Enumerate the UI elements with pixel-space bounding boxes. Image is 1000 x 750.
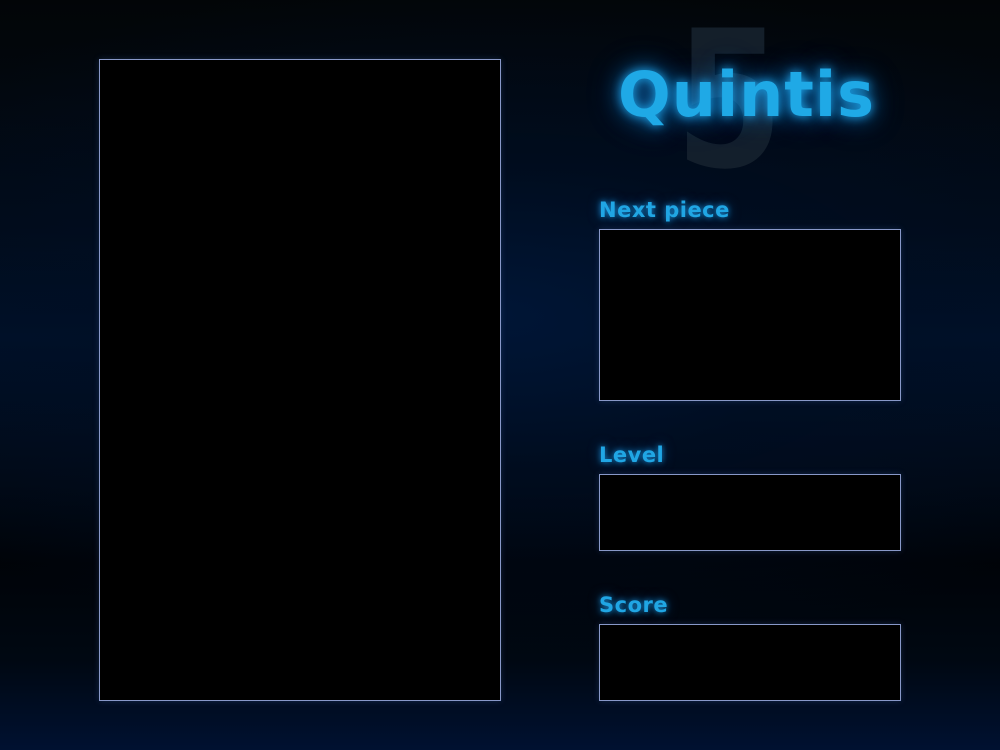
game-board[interactable] [99, 59, 501, 701]
next-piece-preview [599, 229, 901, 401]
next-piece-label: Next piece [599, 198, 730, 222]
level-display [599, 474, 901, 551]
level-label: Level [599, 443, 665, 467]
score-display [599, 624, 901, 701]
game-title: Quintis [618, 58, 876, 131]
score-label: Score [599, 593, 669, 617]
